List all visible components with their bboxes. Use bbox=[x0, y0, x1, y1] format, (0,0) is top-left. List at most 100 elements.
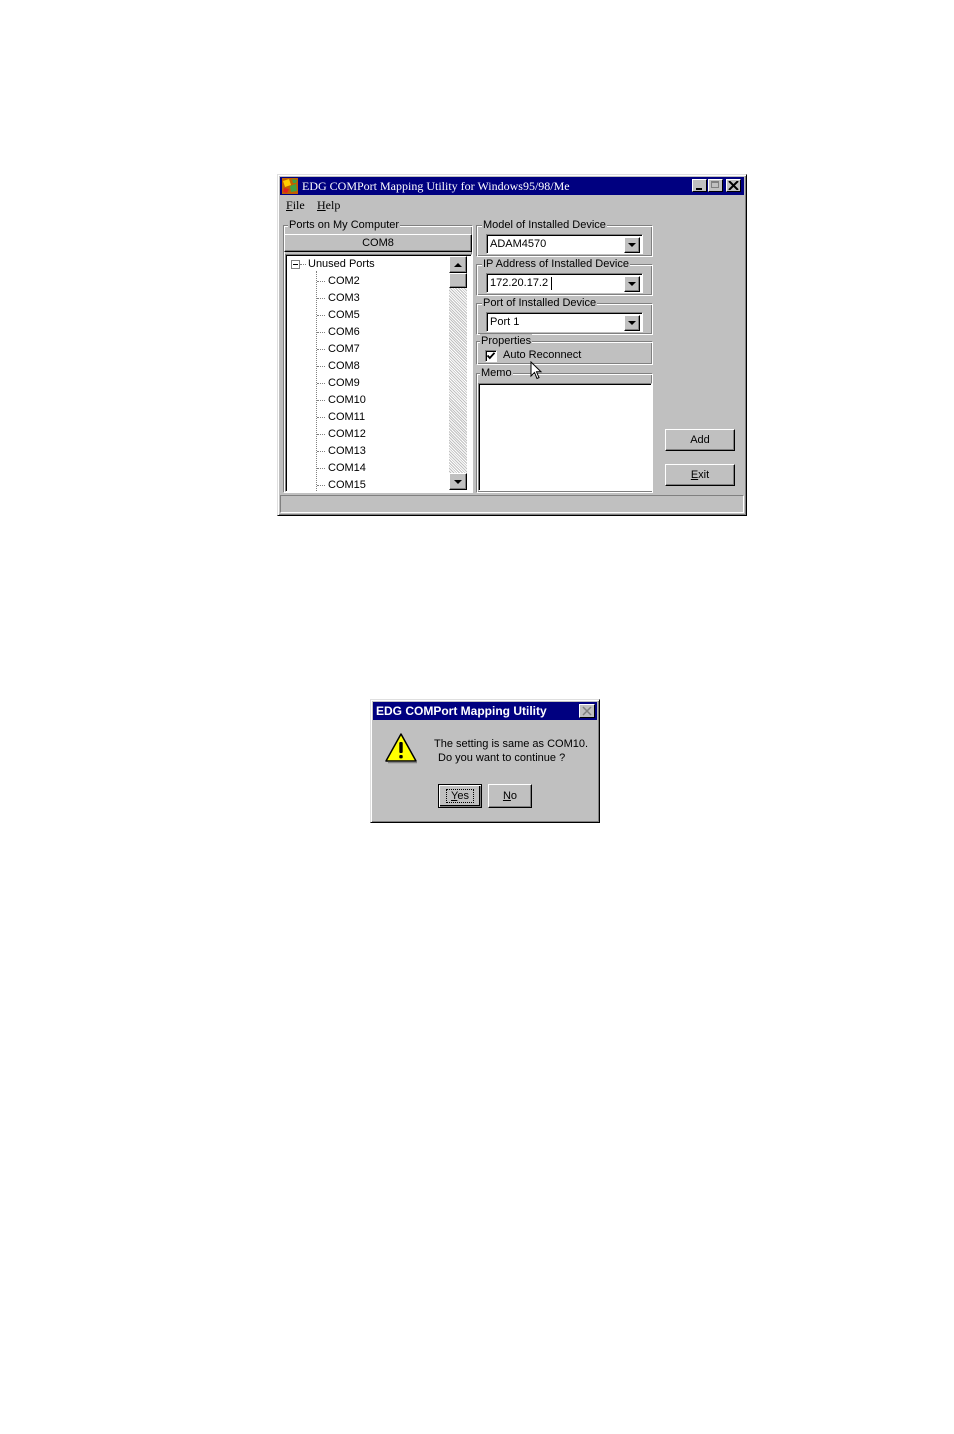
ports-group: Ports on My Computer COM8 Unused Ports C… bbox=[283, 218, 473, 493]
collapse-minus-icon bbox=[293, 264, 298, 265]
tree-scrollbar[interactable] bbox=[449, 256, 467, 490]
tree-item-com10[interactable]: COM10 bbox=[328, 393, 366, 407]
arrow-down-icon bbox=[454, 479, 462, 484]
scroll-up-button[interactable] bbox=[449, 256, 467, 273]
tree-connector bbox=[317, 417, 325, 418]
tree-connector bbox=[317, 383, 325, 384]
dialog-title: EDG COMPort Mapping Utility bbox=[376, 704, 547, 718]
tree-expand-toggle[interactable] bbox=[291, 260, 300, 269]
mouse-pointer-icon bbox=[530, 361, 543, 380]
yes-button[interactable]: Yes bbox=[438, 784, 482, 808]
ip-address-value: 172.20.17.2 bbox=[490, 277, 549, 289]
tree-connector bbox=[317, 468, 325, 469]
port-select-value: Port 1 bbox=[490, 316, 520, 328]
auto-reconnect-label[interactable]: Auto Reconnect bbox=[503, 349, 581, 361]
tree-connector bbox=[317, 349, 325, 350]
dialog-close-button[interactable] bbox=[579, 704, 595, 718]
exit-button[interactable]: Exit bbox=[665, 464, 735, 486]
checkmark-icon bbox=[486, 352, 496, 360]
main-window: EDG COMPort Mapping Utility for Windows9… bbox=[277, 174, 747, 516]
main-window-title: EDG COMPort Mapping Utility for Windows9… bbox=[302, 179, 570, 193]
tree-connector bbox=[317, 485, 325, 486]
port-group-label: Port of Installed Device bbox=[482, 296, 598, 310]
tree-vertical-line bbox=[316, 271, 317, 491]
exit-button-label: Exit bbox=[690, 469, 710, 481]
main-title-bar[interactable]: EDG COMPort Mapping Utility for Windows9… bbox=[280, 177, 744, 195]
tree-connector bbox=[317, 332, 325, 333]
tree-connector bbox=[317, 298, 325, 299]
app-icon bbox=[282, 178, 298, 194]
warning-icon bbox=[385, 733, 417, 764]
tree-item-com7[interactable]: COM7 bbox=[328, 342, 360, 356]
ip-address-input[interactable]: 172.20.17.2 bbox=[486, 273, 643, 293]
maximize-icon bbox=[711, 181, 719, 188]
properties-group: Properties Auto Reconnect bbox=[476, 334, 653, 365]
tree-item-com6[interactable]: COM6 bbox=[328, 325, 360, 339]
properties-group-label: Properties bbox=[480, 334, 533, 348]
tree-item-com12[interactable]: COM12 bbox=[328, 427, 366, 441]
ports-group-label: Ports on My Computer bbox=[288, 218, 401, 232]
menu-bar: File Help bbox=[280, 197, 580, 213]
tree-item-com14[interactable]: COM14 bbox=[328, 461, 366, 475]
model-select[interactable]: ADAM4570 bbox=[486, 234, 643, 254]
chevron-down-icon bbox=[628, 282, 636, 286]
memo-group-label: Memo bbox=[480, 366, 513, 380]
port-select[interactable]: Port 1 bbox=[486, 312, 643, 332]
menu-help[interactable]: Help bbox=[317, 198, 340, 213]
dialog-message-line1: The setting is same as COM10. bbox=[434, 738, 589, 750]
model-group-label: Model of Installed Device bbox=[482, 218, 607, 232]
close-icon bbox=[582, 706, 592, 716]
dialog-title-bar[interactable]: EDG COMPort Mapping Utility bbox=[373, 702, 597, 720]
tree-connector bbox=[317, 434, 325, 435]
chevron-down-icon bbox=[628, 321, 636, 325]
add-button-label: Add bbox=[690, 434, 710, 446]
scroll-down-button[interactable] bbox=[449, 473, 467, 490]
close-button[interactable] bbox=[726, 179, 741, 192]
text-cursor bbox=[551, 277, 552, 290]
tree-item-com8[interactable]: COM8 bbox=[328, 359, 360, 373]
no-button[interactable]: No bbox=[488, 784, 532, 808]
no-button-label: No bbox=[502, 790, 518, 802]
tree-item-com9[interactable]: COM9 bbox=[328, 376, 360, 390]
tree-item-com5[interactable]: COM5 bbox=[328, 308, 360, 322]
auto-reconnect-checkbox[interactable] bbox=[485, 350, 497, 362]
arrow-up-icon bbox=[454, 262, 462, 267]
tree-item-com15[interactable]: COM15 bbox=[328, 478, 366, 491]
yes-button-label: Yes bbox=[446, 789, 474, 803]
minimize-icon bbox=[696, 188, 702, 190]
tree-connector bbox=[317, 315, 325, 316]
tree-connector bbox=[317, 400, 325, 401]
add-button[interactable]: Add bbox=[665, 429, 735, 451]
port-dropdown-button[interactable] bbox=[624, 315, 640, 331]
ip-group-label: IP Address of Installed Device bbox=[482, 257, 630, 271]
model-group: Model of Installed Device ADAM4570 bbox=[476, 218, 653, 257]
dialog-message-line2: Do you want to continue ? bbox=[438, 752, 566, 764]
memo-group: Memo bbox=[476, 366, 653, 493]
status-bar bbox=[280, 495, 744, 513]
chevron-down-icon bbox=[628, 243, 636, 247]
tree-item-com11[interactable]: COM11 bbox=[328, 410, 365, 424]
tree-root-unused-ports[interactable]: Unused Ports bbox=[308, 257, 375, 271]
tree-connector bbox=[317, 451, 325, 452]
port-group: Port of Installed Device Port 1 bbox=[476, 296, 653, 335]
tree-item-com13[interactable]: COM13 bbox=[328, 444, 366, 458]
ports-tree[interactable]: Unused Ports COM2 COM3 COM5 COM6 COM7 COM8 COM… bbox=[285, 254, 472, 492]
tree-connector bbox=[317, 281, 325, 282]
ip-group: IP Address of Installed Device 172.20.17… bbox=[476, 257, 653, 296]
memo-textarea[interactable] bbox=[478, 383, 652, 491]
selected-port-button[interactable]: COM8 bbox=[284, 234, 472, 252]
tree-item-com2[interactable]: COM2 bbox=[328, 274, 360, 288]
minimize-button[interactable] bbox=[692, 179, 707, 192]
scroll-thumb[interactable] bbox=[449, 273, 467, 288]
ip-dropdown-button[interactable] bbox=[624, 276, 640, 292]
confirm-dialog: EDG COMPort Mapping Utility The setting … bbox=[370, 699, 600, 823]
maximize-button[interactable] bbox=[708, 179, 723, 192]
model-select-value: ADAM4570 bbox=[490, 238, 547, 250]
selected-port-label: COM8 bbox=[362, 237, 394, 249]
tree-connector bbox=[300, 264, 306, 265]
tree-connector bbox=[317, 366, 325, 367]
close-icon bbox=[728, 181, 739, 190]
tree-item-com3[interactable]: COM3 bbox=[328, 291, 360, 305]
menu-file[interactable]: File bbox=[286, 198, 305, 213]
model-dropdown-button[interactable] bbox=[624, 237, 640, 253]
